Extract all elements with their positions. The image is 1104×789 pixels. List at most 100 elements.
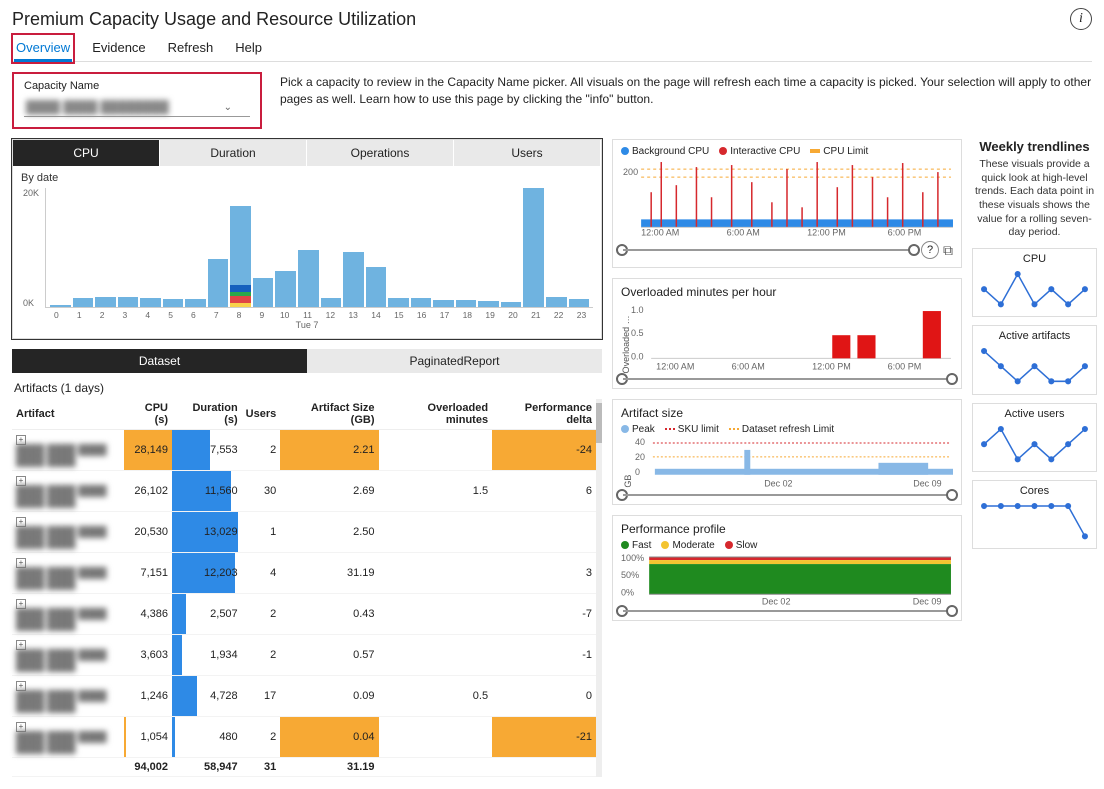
by-date-chart[interactable]: [45, 188, 593, 308]
svg-text:40: 40: [635, 437, 645, 447]
capacity-picker-select[interactable]: ████ ████ ████████ ⌄: [24, 98, 250, 117]
performance-title: Performance profile: [621, 522, 953, 536]
capacity-picker-value: ████ ████ ████████: [26, 100, 169, 114]
svg-text:6:00 AM: 6:00 AM: [732, 362, 765, 372]
svg-text:Dec 09: Dec 09: [913, 479, 941, 489]
svg-text:1.0: 1.0: [631, 306, 644, 316]
spark-title: Cores: [979, 485, 1090, 497]
tab-evidence[interactable]: Evidence: [90, 36, 147, 61]
tab-refresh[interactable]: Refresh: [166, 36, 216, 61]
table-row[interactable]: +████ ████ ████████ ████ 26,102 11,560 3…: [12, 471, 596, 512]
table-scrollbar[interactable]: [596, 399, 602, 777]
legend-ia-cpu: Interactive CPU: [730, 146, 800, 157]
metric-tab-duration[interactable]: Duration: [160, 140, 307, 166]
table-row[interactable]: +████ ████ ████████ ████ 20,530 13,029 1…: [12, 512, 596, 553]
legend-sku: SKU limit: [678, 424, 719, 435]
total-users: 31: [242, 758, 281, 777]
help-icon[interactable]: ?: [921, 241, 939, 259]
artifact-size-ylabel: GB: [621, 435, 635, 490]
table-row[interactable]: +████ ████ ████████ ████ 28,149 7,553 2 …: [12, 430, 596, 471]
copy-icon[interactable]: ⧉: [943, 242, 953, 259]
artifact-size-slider[interactable]: [621, 494, 953, 496]
overloaded-title: Overloaded minutes per hour: [621, 285, 953, 299]
help-text: Pick a capacity to review in the Capacit…: [280, 72, 1092, 108]
artifacts-table: Artifact CPU (s) Duration (s) Users Arti…: [12, 399, 596, 777]
svg-text:100%: 100%: [621, 553, 644, 563]
expand-icon[interactable]: +: [16, 640, 26, 650]
expand-icon[interactable]: +: [16, 476, 26, 486]
expand-icon[interactable]: +: [16, 558, 26, 568]
total-dur: 58,947: [172, 758, 242, 777]
spark-active-artifacts[interactable]: Active artifacts: [972, 325, 1097, 394]
svg-text:12:00 PM: 12:00 PM: [807, 227, 846, 237]
legend-cpu-limit: CPU Limit: [823, 146, 868, 157]
svg-text:50%: 50%: [621, 570, 639, 580]
svg-text:12:00 AM: 12:00 AM: [656, 362, 694, 372]
svg-text:Dec 02: Dec 02: [764, 479, 792, 489]
svg-text:Dec 02: Dec 02: [762, 596, 791, 606]
spark-active-users[interactable]: Active users: [972, 403, 1097, 472]
overloaded-card: Overloaded minutes per hour Overloaded ……: [612, 278, 962, 388]
tab-overview[interactable]: Overview: [14, 36, 72, 61]
svg-text:0.0: 0.0: [631, 352, 644, 362]
by-date-label: By date: [21, 172, 593, 184]
expand-icon[interactable]: +: [16, 722, 26, 732]
spark-cores[interactable]: Cores: [972, 480, 1097, 549]
info-icon[interactable]: i: [1070, 8, 1092, 30]
legend-fast: Fast: [632, 540, 651, 551]
col-duration[interactable]: Duration (s): [172, 399, 242, 430]
metric-tab-cpu[interactable]: CPU: [13, 140, 160, 166]
ds-tab-dataset[interactable]: Dataset: [12, 349, 307, 373]
table-row[interactable]: +████ ████ ████████ ████ 7,151 12,203 4 …: [12, 553, 596, 594]
chevron-down-icon: ⌄: [224, 102, 232, 113]
metric-tab-users[interactable]: Users: [454, 140, 601, 166]
spark-title: CPU: [979, 253, 1090, 265]
legend-bg-cpu: Background CPU: [632, 146, 709, 157]
artifacts-title: Artifacts (1 days): [14, 381, 602, 395]
expand-icon[interactable]: +: [16, 517, 26, 527]
artifact-size-title: Artifact size: [621, 406, 953, 420]
performance-slider[interactable]: [621, 610, 953, 612]
ds-tab-paginated[interactable]: PaginatedReport: [307, 349, 602, 373]
legend-slow: Slow: [736, 540, 758, 551]
metric-tab-operations[interactable]: Operations: [307, 140, 454, 166]
svg-text:6:00 PM: 6:00 PM: [888, 227, 922, 237]
total-cpu: 94,002: [124, 758, 172, 777]
col-cpu[interactable]: CPU (s): [124, 399, 172, 430]
col-perf[interactable]: Performance delta: [492, 399, 596, 430]
legend-dsr: Dataset refresh Limit: [742, 424, 834, 435]
svg-text:12:00 AM: 12:00 AM: [641, 227, 679, 237]
col-users[interactable]: Users: [242, 399, 281, 430]
svg-text:200: 200: [623, 167, 638, 177]
svg-text:6:00 AM: 6:00 AM: [727, 227, 760, 237]
overloaded-ylabel: Overloaded …: [621, 303, 631, 373]
total-size: 31.19: [280, 758, 378, 777]
cpu-timeline-card: Background CPU Interactive CPU CPU Limit…: [612, 139, 962, 268]
spark-title: Active artifacts: [979, 330, 1090, 342]
svg-text:6:00 PM: 6:00 PM: [888, 362, 922, 372]
capacity-picker-label: Capacity Name: [24, 80, 250, 92]
svg-text:12:00 PM: 12:00 PM: [812, 362, 851, 372]
artifact-size-chart[interactable]: 40 20 0 Dec 02 Dec 09: [635, 435, 953, 490]
overloaded-slider[interactable]: [621, 378, 953, 380]
table-row[interactable]: +████ ████ ████████ ████ 1,054 480 2 0.0…: [12, 717, 596, 758]
spark-cpu[interactable]: CPU: [972, 248, 1097, 317]
svg-text:Dec 09: Dec 09: [913, 596, 942, 606]
col-artifact[interactable]: Artifact: [12, 399, 124, 430]
tab-help[interactable]: Help: [233, 36, 264, 61]
overloaded-chart[interactable]: 1.0 0.5 0.0 12:00 AM 6:00 AM 12:00 PM 6:…: [631, 303, 953, 373]
table-row[interactable]: +████ ████ ████████ ████ 1,246 4,728 17 …: [12, 676, 596, 717]
expand-icon[interactable]: +: [16, 681, 26, 691]
cpu-timeline-chart[interactable]: 200 12:00 AM 6:00 AM 12:00 PM 6:00 PM: [621, 157, 953, 237]
col-overloaded[interactable]: Overloaded minutes: [379, 399, 493, 430]
table-row[interactable]: +████ ████ ████████ ████ 3,603 1,934 2 0…: [12, 635, 596, 676]
cpu-timeline-slider[interactable]: ? ⧉: [621, 241, 953, 259]
by-date-xcaption: Tue 7: [21, 320, 593, 330]
page-tabs: Overview Evidence Refresh Help: [12, 34, 1092, 62]
col-size[interactable]: Artifact Size (GB): [280, 399, 378, 430]
expand-icon[interactable]: +: [16, 435, 26, 445]
weekly-head: Weekly trendlines: [972, 139, 1097, 154]
table-row[interactable]: +████ ████ ████████ ████ 4,386 2,507 2 0…: [12, 594, 596, 635]
performance-chart[interactable]: 100% 50% 0% Dec 02 Dec 09: [621, 551, 953, 606]
expand-icon[interactable]: +: [16, 599, 26, 609]
